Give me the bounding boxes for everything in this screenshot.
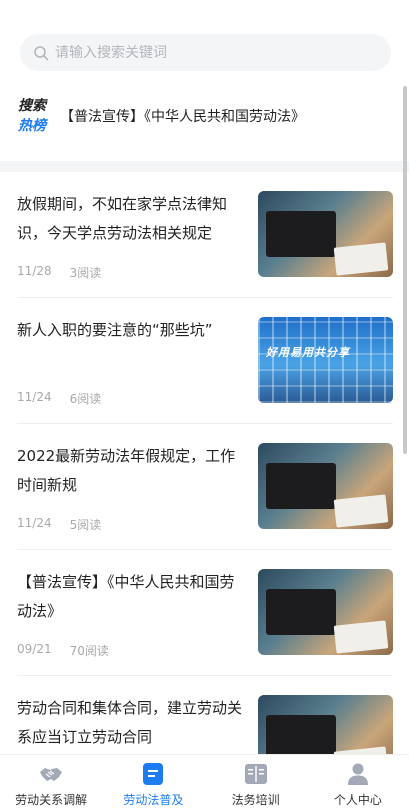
article-item[interactable]: 新人入职的要注意的“那些坑” 11/24 6阅读 好用易用共分享 [17, 298, 393, 424]
article-meta: 11/24 6阅读 [17, 390, 101, 407]
search-input[interactable] [55, 44, 375, 61]
article-thumbnail[interactable] [258, 695, 393, 754]
article-thumbnail[interactable] [258, 443, 393, 529]
hot-badge-line1: 搜索 [18, 98, 46, 114]
article-item[interactable]: 2022最新劳动法年假规定，工作时间新规 11/24 5阅读 [17, 424, 393, 550]
article-date: 11/24 [17, 516, 52, 530]
article-meta: 11/24 5阅读 [17, 516, 101, 533]
hot-search-banner[interactable]: 搜索 热榜 【普法宣传】《中华人民共和国劳动法》 [18, 94, 398, 138]
article-item[interactable]: 放假期间，不如在家学点法律知识，今天学点劳动法相关规定 11/28 3阅读 [17, 172, 393, 298]
hot-search-text[interactable]: 【普法宣传】《中华人民共和国劳动法》 [60, 106, 305, 126]
article-date: 11/24 [17, 390, 52, 404]
article-reads: 3阅读 [69, 266, 102, 280]
article-meta: 11/28 3阅读 [17, 264, 101, 281]
tab-labor-mediation[interactable]: 劳动关系调解 [0, 755, 102, 809]
hot-search-badge: 搜索 热榜 [18, 96, 46, 136]
article-title[interactable]: 2022最新劳动法年假规定，工作时间新规 [17, 442, 249, 500]
tab-label: 法务培训 [231, 793, 280, 807]
thumbnail-caption: 好用易用共分享 [266, 346, 350, 359]
article-thumbnail[interactable] [258, 191, 393, 277]
tab-label: 个人中心 [333, 793, 382, 807]
article-title[interactable]: 【普法宣传】《中华人民共和国劳动法》 [17, 568, 249, 626]
article-meta: 09/21 70阅读 [17, 642, 109, 659]
article-reads: 5阅读 [69, 518, 102, 532]
article-thumbnail[interactable]: 好用易用共分享 [258, 317, 393, 403]
search-icon [34, 45, 49, 60]
article-title[interactable]: 新人入职的要注意的“那些坑” [17, 316, 249, 345]
scaffold-pattern [258, 317, 393, 403]
section-divider [0, 161, 409, 172]
tab-label: 劳动关系调解 [15, 793, 88, 807]
article-item[interactable]: 【普法宣传】《中华人民共和国劳动法》 09/21 70阅读 [17, 550, 393, 676]
article-date: 09/21 [17, 642, 52, 656]
user-icon [347, 763, 368, 785]
tab-profile[interactable]: 个人中心 [307, 755, 409, 809]
handshake-icon [40, 768, 63, 781]
bottom-tab-bar: 劳动关系调解 劳动法普及 法务培训 个人中心 [0, 754, 409, 809]
article-thumbnail[interactable] [258, 569, 393, 655]
tab-label: 劳动法普及 [123, 793, 184, 807]
article-list: 放假期间，不如在家学点法律知识，今天学点劳动法相关规定 11/28 3阅读 新人… [0, 172, 409, 754]
article-item[interactable]: 劳动合同和集体合同，建立劳动关系应当订立劳动合同 [17, 676, 393, 754]
article-reads: 6阅读 [69, 392, 102, 406]
document-icon [143, 763, 164, 785]
search-bar[interactable] [20, 34, 391, 71]
article-title[interactable]: 劳动合同和集体合同，建立劳动关系应当订立劳动合同 [17, 694, 249, 752]
hot-badge-line2: 热榜 [18, 118, 46, 134]
article-reads: 70阅读 [69, 644, 109, 658]
tab-labor-law[interactable]: 劳动法普及 [102, 755, 204, 809]
scrollbar[interactable] [403, 86, 407, 454]
article-date: 11/28 [17, 264, 52, 278]
book-icon [244, 764, 267, 784]
tab-legal-training[interactable]: 法务培训 [205, 755, 307, 809]
article-title[interactable]: 放假期间，不如在家学点法律知识，今天学点劳动法相关规定 [17, 190, 249, 248]
